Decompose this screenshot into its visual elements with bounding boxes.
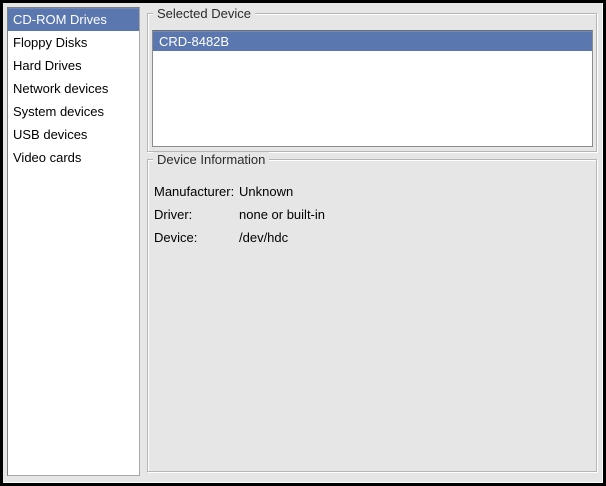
info-row-manufacturer: Manufacturer: Unknown	[152, 180, 592, 203]
device-information-fields: Manufacturer: Unknown Driver: none or bu…	[152, 180, 592, 249]
manufacturer-value: Unknown	[239, 180, 592, 203]
selected-device-frame-title: Selected Device	[153, 6, 255, 22]
driver-label: Driver:	[154, 203, 239, 226]
selected-device-frame: Selected Device CRD-8482B	[147, 13, 597, 152]
hardware-category-list: CD-ROM Drives Floppy Disks Hard Drives N…	[7, 7, 140, 476]
hardware-browser-window: { "colors": { "selection_bg": "#5b77af",…	[0, 0, 606, 486]
driver-value: none or built-in	[239, 203, 592, 226]
manufacturer-label: Manufacturer:	[154, 180, 239, 203]
device-value: /dev/hdc	[239, 226, 592, 249]
device-information-frame-title: Device Information	[153, 152, 269, 168]
sidebar-item-floppy-disks[interactable]: Floppy Disks	[8, 31, 139, 54]
device-information-frame: Device Information Manufacturer: Unknown…	[147, 159, 597, 472]
info-row-driver: Driver: none or built-in	[152, 203, 592, 226]
selected-device-list: CRD-8482B	[152, 30, 593, 147]
sidebar-item-network-devices[interactable]: Network devices	[8, 77, 139, 100]
sidebar-item-cdrom-drives[interactable]: CD-ROM Drives	[8, 8, 139, 31]
device-label: Device:	[154, 226, 239, 249]
sidebar-item-usb-devices[interactable]: USB devices	[8, 123, 139, 146]
sidebar-item-system-devices[interactable]: System devices	[8, 100, 139, 123]
device-list-item-crd-8482b[interactable]: CRD-8482B	[153, 31, 592, 51]
sidebar-item-hard-drives[interactable]: Hard Drives	[8, 54, 139, 77]
sidebar-item-video-cards[interactable]: Video cards	[8, 146, 139, 169]
info-row-device: Device: /dev/hdc	[152, 226, 592, 249]
